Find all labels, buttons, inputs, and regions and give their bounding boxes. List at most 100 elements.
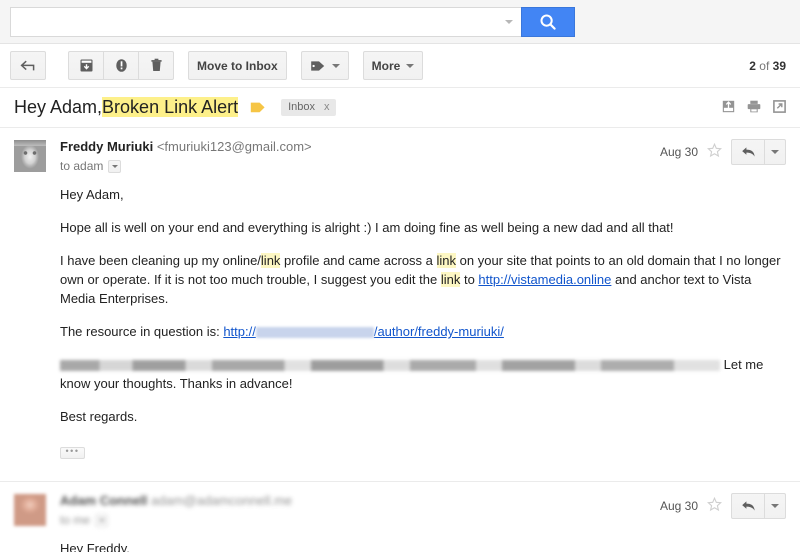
subject-actions xyxy=(722,99,786,116)
recipient-label: to me xyxy=(60,513,91,527)
sender-name: Adam Connell xyxy=(60,493,148,508)
subject-plain: Hey Adam, xyxy=(14,97,103,117)
avatar xyxy=(14,494,46,526)
sender-name: Freddy Muriuki xyxy=(60,139,154,154)
labels-button[interactable] xyxy=(300,51,349,80)
report-spam-button[interactable] xyxy=(103,51,139,80)
resource-link-prefix: http:// xyxy=(223,324,256,339)
reply-button[interactable] xyxy=(731,493,765,519)
page-title: Hey Adam,Broken Link Alert xyxy=(14,97,239,118)
message-date: Aug 30 xyxy=(659,145,698,159)
label-tag-icon[interactable] xyxy=(250,101,267,114)
message-actions: Aug 30 xyxy=(660,138,786,165)
sender-line: Freddy Muriuki <fmuriuki123@gmail.com> xyxy=(60,138,650,155)
close-icon[interactable]: x xyxy=(324,101,330,113)
archive-button[interactable] xyxy=(68,51,104,80)
move-to-inbox-button[interactable]: Move to Inbox xyxy=(188,51,287,80)
body-greeting: Hey Adam, xyxy=(60,187,124,202)
recipient-line: to me xyxy=(60,513,650,527)
inbox-label-text: Inbox xyxy=(288,101,316,113)
resource-link[interactable]: http:// /author/freddy-muriuki/ xyxy=(223,324,504,339)
recipient-label: to adam xyxy=(60,159,104,173)
counter-of: of xyxy=(759,58,770,73)
reply-button-group xyxy=(731,139,786,165)
redacted-sentence xyxy=(60,360,720,371)
redacted-domain xyxy=(255,327,374,338)
body-paragraph-4: Let me know your thoughts. Thanks in adv… xyxy=(60,355,786,393)
chevron-down-icon[interactable] xyxy=(108,159,122,173)
chevron-down-icon xyxy=(331,63,340,68)
chevron-down-icon xyxy=(406,63,415,68)
p2-text-a: I have been cleaning up my online/ xyxy=(60,253,261,268)
search-button[interactable] xyxy=(521,6,575,37)
highlight-link-2: link xyxy=(436,253,457,268)
chevron-down-icon xyxy=(771,150,779,154)
message-body: Hey Freddy, Thanks for the heads up, I j… xyxy=(60,527,786,552)
body-signoff: Best regards. xyxy=(60,409,138,424)
chevron-down-icon[interactable] xyxy=(503,16,515,28)
highlight-link-3: link xyxy=(440,272,461,287)
message-toolbar: Move to Inbox More 2 of 39 xyxy=(0,44,800,88)
search-wrapper xyxy=(10,6,575,37)
reply-button[interactable] xyxy=(731,139,765,165)
delete-button[interactable] xyxy=(138,51,174,80)
counter-current: 2 xyxy=(749,58,756,73)
chevron-down-icon xyxy=(771,504,779,508)
subject-row: Hey Adam,Broken Link Alert Inbox x xyxy=(0,88,800,128)
more-button[interactable]: More xyxy=(362,51,424,80)
vistamedia-link[interactable]: http://vistamedia.online xyxy=(478,272,611,287)
highlight-link-1: link xyxy=(260,253,281,268)
body-paragraph-2: I have been cleaning up my online/link p… xyxy=(60,251,786,308)
body-paragraph-1: Hope all is well on your end and everyth… xyxy=(60,220,674,235)
message-body: Hey Adam, Hope all is well on your end a… xyxy=(60,173,786,481)
reply-button-group xyxy=(731,493,786,519)
message-meta: Freddy Muriuki <fmuriuki123@gmail.com> t… xyxy=(60,138,650,173)
search-bar xyxy=(0,0,800,44)
message-header: Freddy Muriuki <fmuriuki123@gmail.com> t… xyxy=(14,138,786,173)
search-icon xyxy=(540,14,556,30)
trash-icon xyxy=(150,58,162,71)
report-spam-icon xyxy=(115,59,127,72)
more-label: More xyxy=(371,58,401,73)
open-in-new-window-icon[interactable] xyxy=(773,99,786,116)
label-tag-icon xyxy=(310,60,324,71)
star-outline-icon[interactable] xyxy=(707,496,722,515)
sender-line: Adam Connell adam@adamconnell.me xyxy=(60,492,650,509)
message-actions: Aug 30 xyxy=(660,492,786,519)
message-thread-item[interactable]: Freddy Muriuki <fmuriuki123@gmail.com> t… xyxy=(0,128,800,481)
subject-highlighted: Broken Link Alert xyxy=(102,97,239,117)
archive-icon xyxy=(80,59,92,72)
message-actions-group xyxy=(68,51,174,80)
print-icon[interactable] xyxy=(747,100,761,116)
sender-email: adam@adamconnell.me xyxy=(151,493,293,508)
sender-email: <fmuriuki123@gmail.com> xyxy=(156,139,312,154)
message-more-button[interactable] xyxy=(764,139,786,165)
reply-arrow-icon xyxy=(741,501,755,511)
back-button[interactable] xyxy=(10,51,46,80)
search-input[interactable] xyxy=(19,7,499,36)
message-header: Adam Connell adam@adamconnell.me to me A… xyxy=(14,492,786,527)
message-more-button[interactable] xyxy=(764,493,786,519)
message-date: Aug 30 xyxy=(659,499,698,513)
message-thread-item[interactable]: Adam Connell adam@adamconnell.me to me A… xyxy=(0,481,800,552)
reply-arrow-icon xyxy=(741,147,755,157)
search-field[interactable] xyxy=(10,6,521,37)
recipient-line: to adam xyxy=(60,159,650,173)
star-outline-icon[interactable] xyxy=(707,142,722,161)
message-counter: 2 of 39 xyxy=(749,59,786,73)
move-to-inbox-label: Move to Inbox xyxy=(197,58,278,73)
resource-link-suffix: /author/freddy-muriuki/ xyxy=(373,324,504,339)
p3-text-a: The resource in question is: xyxy=(60,324,224,339)
move-to-inbox-icon[interactable] xyxy=(722,100,735,116)
body-greeting: Hey Freddy, xyxy=(60,541,130,552)
body-paragraph-3: The resource in question is: http:// /aut… xyxy=(60,322,786,341)
expand-trimmed-content-button[interactable]: ••• xyxy=(60,446,85,459)
p2-text-d: to xyxy=(460,272,479,287)
back-arrow-icon xyxy=(19,60,34,70)
inbox-label-chip[interactable]: Inbox x xyxy=(281,99,336,116)
chevron-down-icon[interactable] xyxy=(95,513,109,527)
counter-total: 39 xyxy=(772,58,786,73)
p2-text-b: profile and came across a xyxy=(280,253,437,268)
message-meta: Adam Connell adam@adamconnell.me to me xyxy=(60,492,650,527)
avatar xyxy=(14,140,46,172)
